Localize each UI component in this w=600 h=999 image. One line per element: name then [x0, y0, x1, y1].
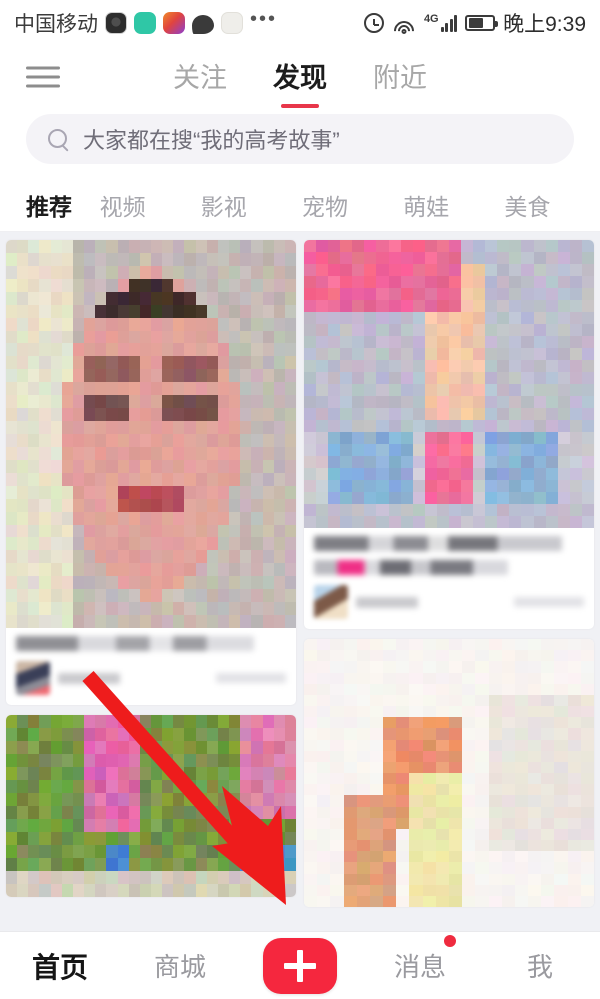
top-nav: 关注 发现 附近 [0, 46, 600, 108]
chat-bubble-icon [192, 15, 214, 34]
feed-grid [0, 232, 600, 931]
overflow-icon: ••• [250, 14, 277, 32]
network-type-label: 4G [424, 13, 439, 25]
tab-nearby[interactable]: 附近 [373, 56, 427, 99]
category-tab-bar: 推荐 视频 影视 宠物 萌娃 美食 [0, 178, 600, 232]
feed-card-drink[interactable] [304, 639, 594, 907]
card-thumbnail-poster[interactable] [304, 240, 594, 528]
card-metric [514, 597, 584, 607]
compose-plus-button[interactable] [240, 938, 360, 994]
card-meta [314, 585, 584, 619]
search-section: 大家都在搜“我的高考故事” [0, 108, 600, 178]
bottom-nav-home[interactable]: 首页 [0, 946, 120, 986]
status-badge [444, 935, 456, 947]
search-icon [48, 129, 69, 150]
bottom-nav: 首页 商城 消息 我 [0, 931, 600, 999]
wifi-icon [392, 14, 416, 32]
app-icon-gradient [163, 12, 185, 34]
category-tab-food[interactable]: 美食 [477, 188, 578, 222]
battery-icon [465, 15, 495, 31]
status-bar-left: 中国移动 ••• [14, 8, 277, 38]
avatar [314, 585, 348, 619]
category-tab-video[interactable]: 视频 [72, 188, 173, 222]
bottom-nav-profile[interactable]: 我 [480, 947, 600, 984]
clock-label: 晚上9:39 [503, 8, 586, 38]
status-bar-right: 4G 晚上9:39 [364, 8, 586, 38]
feed-card-portrait[interactable] [6, 240, 296, 705]
bottom-nav-mall[interactable]: 商城 [120, 947, 240, 984]
avatar [16, 661, 50, 695]
signal-icon: 4G [424, 15, 457, 32]
hamburger-menu-icon[interactable] [26, 61, 60, 94]
carrier-label: 中国移动 [14, 8, 98, 38]
feed-column-left [6, 240, 296, 931]
bottom-nav-messages[interactable]: 消息 [360, 947, 480, 984]
app-icon-faded [221, 12, 243, 34]
search-input[interactable]: 大家都在搜“我的高考故事” [83, 123, 340, 155]
card-title-line-1 [314, 536, 562, 551]
card-title [16, 636, 254, 651]
category-tab-pets[interactable]: 宠物 [274, 188, 375, 222]
feed-card-poster[interactable] [304, 240, 594, 629]
card-title-line-2 [314, 560, 508, 575]
card-metric [216, 673, 286, 683]
category-tab-kids[interactable]: 萌娃 [376, 188, 477, 222]
card-thumbnail-drink[interactable] [304, 639, 594, 907]
app-icon-dark [105, 12, 127, 34]
plus-icon[interactable] [263, 938, 337, 994]
card-username [58, 673, 120, 684]
feed-column-right [304, 240, 594, 931]
card-meta [16, 661, 286, 695]
card-thumbnail-garden[interactable] [6, 715, 296, 897]
category-tab-film[interactable]: 影视 [173, 188, 274, 222]
alarm-icon [364, 13, 384, 33]
feed-card-garden[interactable] [6, 715, 296, 897]
card-body [6, 628, 296, 705]
search-bar[interactable]: 大家都在搜“我的高考故事” [26, 114, 574, 164]
app-icon-teal [134, 12, 156, 34]
tab-follow[interactable]: 关注 [173, 56, 227, 99]
card-username [356, 597, 418, 608]
card-body [304, 528, 594, 629]
status-bar: 中国移动 ••• 4G 晚上9:39 [0, 0, 600, 46]
phone-screen: 中国移动 ••• 4G 晚上9:39 关注 发现 附近 大家都在搜“我的高考故事… [0, 0, 600, 999]
nav-tab-list: 关注 发现 附近 [173, 56, 427, 99]
tab-discover[interactable]: 发现 [273, 56, 327, 99]
card-thumbnail-portrait[interactable] [6, 240, 296, 628]
bottom-nav-messages-label: 消息 [394, 952, 446, 982]
category-tab-recommend[interactable]: 推荐 [22, 188, 72, 222]
